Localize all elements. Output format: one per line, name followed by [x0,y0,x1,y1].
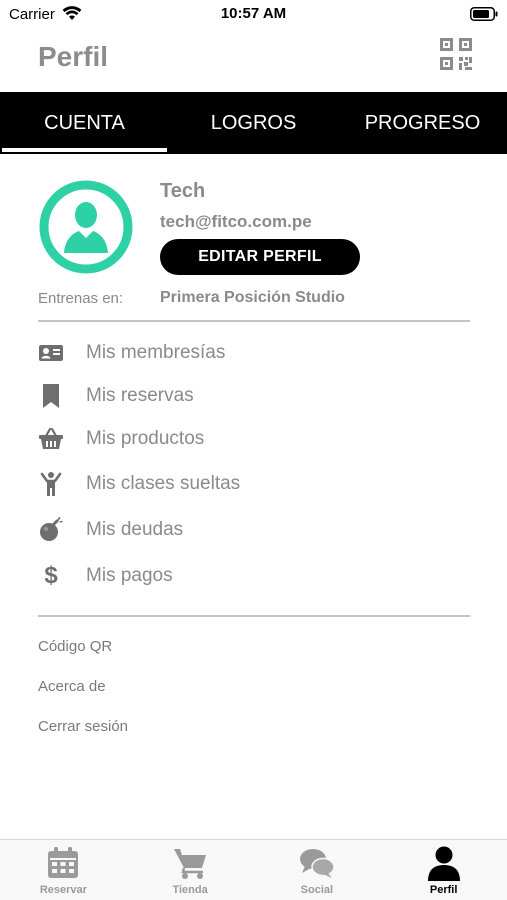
nav-label: Social [300,884,334,896]
qr-code-link[interactable]: Código QR [38,638,112,655]
menu-label: Mis clases sueltas [86,473,241,494]
menu-label: Mis deudas [86,519,184,540]
menu-label: Mis membresías [86,342,226,363]
chat-bubbles-icon [299,849,335,878]
menu-item-clases-sueltas[interactable]: Mis clases sueltas [38,466,470,502]
nav-label: Tienda [172,884,208,896]
nav-label: Perfil [429,884,458,896]
profile-tabs: CUENTA LOGROS PROGRESO [0,92,507,154]
edit-profile-button[interactable]: EDITAR PERFIL [160,239,360,275]
menu-item-productos[interactable]: Mis productos [38,421,470,457]
qr-code-icon[interactable] [440,38,472,70]
page-title: Perfil [38,41,109,72]
calendar-icon [48,847,79,878]
basket-icon [39,427,63,449]
menu-label: Mis pagos [86,565,173,586]
status-bar: Carrier 10:57 AM [0,0,507,28]
bookmark-icon [43,384,59,408]
battery-icon [470,7,498,21]
menu-label: Mis reservas [86,385,194,406]
cart-icon [174,849,207,879]
menu-item-deudas[interactable]: Mis deudas [38,512,470,548]
logout-link[interactable]: Cerrar sesión [38,718,128,735]
nav-item-social[interactable]: Social [254,840,381,900]
tab-logros[interactable]: LOGROS [169,92,338,154]
menu-item-membresias[interactable]: Mis membresías [38,335,470,371]
bottom-nav: Reservar Tienda Social Perfil [0,839,507,900]
status-time: 10:57 AM [220,5,287,22]
trains-at-label: Entrenas en: [38,290,124,307]
menu-item-pagos[interactable]: $ Mis pagos [38,558,470,594]
nav-label: Reservar [39,884,87,896]
id-card-icon [39,345,63,361]
header: Perfil [0,28,507,92]
bomb-icon [40,517,63,541]
avatar[interactable] [39,180,133,274]
nav-item-tienda[interactable]: Tienda [127,840,254,900]
tab-progreso[interactable]: PROGRESO [338,92,507,154]
nav-item-perfil[interactable]: Perfil [380,840,507,900]
trains-at-value: Primera Posición Studio [160,289,345,306]
nav-item-reservar[interactable]: Reservar [0,840,127,900]
person-arms-up-icon [40,472,62,496]
menu-label: Mis productos [86,428,205,449]
divider [38,320,470,322]
menu-item-reservas[interactable]: Mis reservas [38,378,470,414]
user-name: Tech [160,180,206,202]
dollar-icon: $ [44,562,58,589]
divider [38,615,470,617]
tab-cuenta[interactable]: CUENTA [0,92,169,154]
about-link[interactable]: Acerca de [38,678,106,695]
user-icon [427,846,460,881]
user-email: tech@fitco.com.pe [160,212,312,231]
